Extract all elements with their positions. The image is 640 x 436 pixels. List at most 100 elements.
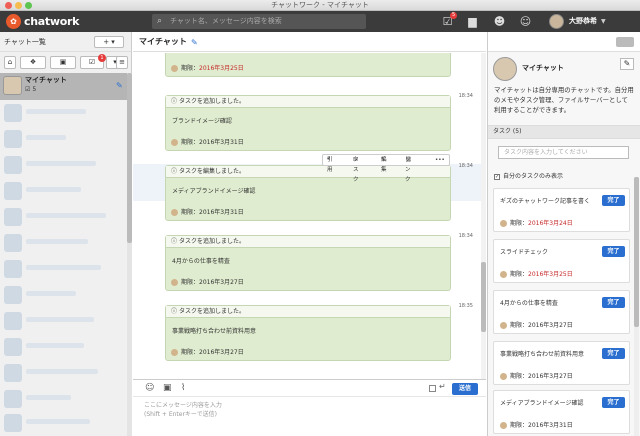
more-menu-icon[interactable]: ••• bbox=[435, 155, 445, 165]
message: 18:34 ⓘ タスクを追加しました。 4月からの仕事を精査 期限：2016年3… bbox=[133, 233, 481, 293]
chatwork-logo[interactable]: ✿ chatwork bbox=[6, 14, 79, 29]
message-action-bar: ❝ 引用 ☑ タスク ✎ 編集 ⛓ リンク ••• bbox=[322, 154, 450, 183]
list-item[interactable] bbox=[0, 126, 127, 152]
pin-icon[interactable]: ✎ bbox=[116, 81, 123, 90]
list-item-text bbox=[26, 369, 98, 374]
complete-task-button[interactable]: 完了 bbox=[602, 397, 625, 408]
list-item-text bbox=[26, 109, 86, 114]
complete-task-button[interactable]: 完了 bbox=[602, 348, 625, 359]
list-item[interactable] bbox=[0, 100, 127, 126]
room-name: マイチャット bbox=[25, 76, 67, 84]
task-card-header-text: タスクを追加しました。 bbox=[178, 98, 245, 105]
user-name[interactable]: 大野恭希 bbox=[569, 14, 597, 29]
list-item[interactable] bbox=[0, 256, 127, 282]
task-input[interactable]: タスク内容を入力してください bbox=[498, 146, 629, 159]
search-input[interactable]: ⌕ チャット名、メッセージ内容を検索 bbox=[152, 14, 366, 29]
avatar bbox=[4, 364, 22, 382]
list-item[interactable] bbox=[0, 152, 127, 178]
attach-icon[interactable]: ⌇ bbox=[181, 383, 185, 393]
mine-only-toggle[interactable]: ✓ 自分のタスクのみ表示 bbox=[494, 171, 563, 180]
window-title: チャットワーク - マイチャット bbox=[271, 1, 369, 9]
add-chat-button[interactable]: + ▾ bbox=[94, 36, 124, 48]
list-item[interactable] bbox=[0, 308, 127, 334]
panel-toggle-icon[interactable] bbox=[616, 37, 634, 47]
message-input[interactable]: ここにメッセージ内容を入力 bbox=[144, 401, 222, 410]
task-due: 期限：2016年3月27日 bbox=[171, 278, 244, 288]
list-item-text bbox=[26, 395, 71, 400]
list-item[interactable] bbox=[0, 386, 127, 412]
list-view-icon[interactable]: ≡ bbox=[116, 56, 128, 69]
edit-label: 編集 bbox=[381, 157, 387, 173]
to-icon[interactable]: ▣ bbox=[163, 383, 172, 393]
task-card-body: ブランドイメージ確認 bbox=[172, 118, 232, 125]
avatar bbox=[500, 322, 507, 329]
task-card: ⓘ タスクを追加しました。 4月からの仕事を精査 期限：2016年3月27日 bbox=[165, 235, 451, 291]
complete-task-button[interactable]: 完了 bbox=[602, 246, 625, 257]
complete-task-button[interactable]: 完了 bbox=[602, 195, 625, 206]
list-item[interactable] bbox=[0, 410, 127, 436]
due-label: 期限： bbox=[181, 349, 200, 356]
close-window-button[interactable] bbox=[5, 2, 12, 9]
composer-toolbar: ☺ ▣ ⌇ ↵ 送信 bbox=[133, 380, 486, 397]
enter-send-checkbox[interactable] bbox=[429, 385, 436, 392]
task-card-body: メディアブランドイメージ確認 bbox=[172, 188, 256, 195]
task-card-header: ⓘ タスクを追加しました。 bbox=[166, 96, 450, 108]
group-chat-icon[interactable]: ❖ bbox=[20, 56, 46, 69]
message: 18:34 ⓘ タスクを編集しました。 メディアブランドイメージ確認 期限：20… bbox=[133, 163, 481, 223]
list-item[interactable] bbox=[0, 334, 127, 360]
due-date: 2016年3月31日 bbox=[199, 139, 244, 146]
avatar bbox=[4, 234, 22, 252]
avatar bbox=[4, 182, 22, 200]
zoom-window-button[interactable] bbox=[25, 2, 32, 9]
send-button[interactable]: 送信 bbox=[452, 383, 478, 395]
task-card: 期限：2016年3月25日 bbox=[165, 53, 451, 77]
chat-title: マイチャット bbox=[139, 37, 187, 46]
emoji-icon[interactable]: ☺ bbox=[145, 383, 154, 393]
timeline-scrollbar[interactable] bbox=[481, 53, 486, 379]
sidebar-filters: ⌂ ❖ ▣ ☑ 1 ▾ ≡ bbox=[0, 53, 132, 71]
room-description: マイチャットは自分専用のチャットです。自分用のメモやタスク管理、ファイルサーバー… bbox=[494, 86, 634, 114]
direct-chat-icon[interactable]: ▣ bbox=[50, 56, 76, 69]
scrollbar-thumb[interactable] bbox=[634, 177, 639, 327]
minimize-window-button[interactable] bbox=[15, 2, 22, 9]
message-time: 18:34 bbox=[458, 93, 473, 99]
chat-header: マイチャット ✎ bbox=[133, 32, 486, 52]
room-avatar bbox=[493, 57, 517, 81]
contact-add-icon[interactable]: ☺ bbox=[518, 14, 533, 29]
checkbox-icon[interactable]: ✓ bbox=[494, 173, 500, 180]
chevron-down-icon[interactable]: ▼ bbox=[601, 14, 606, 29]
app-header: ✿ chatwork ⌕ チャット名、メッセージ内容を検索 ☑ 5 ▆ ☻ ☺ … bbox=[0, 11, 640, 32]
room-name: マイチャット bbox=[522, 64, 564, 72]
list-item[interactable] bbox=[0, 178, 127, 204]
folder-icon[interactable]: ▆ bbox=[465, 14, 480, 29]
sidebar-scrollbar[interactable] bbox=[127, 73, 132, 436]
task-list-scrollbar[interactable] bbox=[634, 177, 639, 436]
list-item-text bbox=[26, 291, 76, 296]
task-due: 期限：2016年3月31日 bbox=[171, 208, 244, 218]
edit-icon[interactable]: ✎ bbox=[620, 58, 634, 70]
contacts-icon[interactable]: ☻ bbox=[492, 14, 507, 29]
room-info-panel: マイチャット ✎ マイチャットは自分専用のチャットです。自分用のメモやタスク管理… bbox=[487, 32, 640, 436]
list-item[interactable] bbox=[0, 204, 127, 230]
list-item[interactable] bbox=[0, 230, 127, 256]
list-item[interactable] bbox=[0, 360, 127, 386]
scrollbar-thumb[interactable] bbox=[127, 73, 132, 243]
scrollbar-thumb[interactable] bbox=[481, 262, 486, 332]
avatar bbox=[500, 422, 507, 429]
due-date: 2016年3月27日 bbox=[528, 322, 573, 329]
user-avatar[interactable] bbox=[549, 14, 564, 29]
task-card-header-text: タスクを追加しました。 bbox=[178, 308, 245, 315]
list-item-text bbox=[26, 187, 81, 192]
complete-task-button[interactable]: 完了 bbox=[602, 297, 625, 308]
list-item[interactable] bbox=[0, 282, 127, 308]
list-item-text bbox=[26, 343, 84, 348]
chat-list-sidebar: チャット一覧 + ▾ ⌂ ❖ ▣ ☑ 1 ▾ ≡ マイチャット ☑ 5 ✎ bbox=[0, 32, 132, 436]
due-date: 2016年3月31日 bbox=[199, 209, 244, 216]
message: 18:34 ⓘ タスクを追加しました。 ブランドイメージ確認 期限：2016年3… bbox=[133, 93, 481, 153]
home-icon[interactable]: ⌂ bbox=[4, 56, 16, 69]
pin-icon[interactable]: ✎ bbox=[191, 38, 198, 47]
sidebar-item-mychat[interactable]: マイチャット ☑ 5 ✎ bbox=[0, 73, 127, 100]
avatar bbox=[4, 156, 22, 174]
search-icon: ⌕ bbox=[157, 16, 163, 26]
due-label: 期限： bbox=[181, 139, 200, 146]
